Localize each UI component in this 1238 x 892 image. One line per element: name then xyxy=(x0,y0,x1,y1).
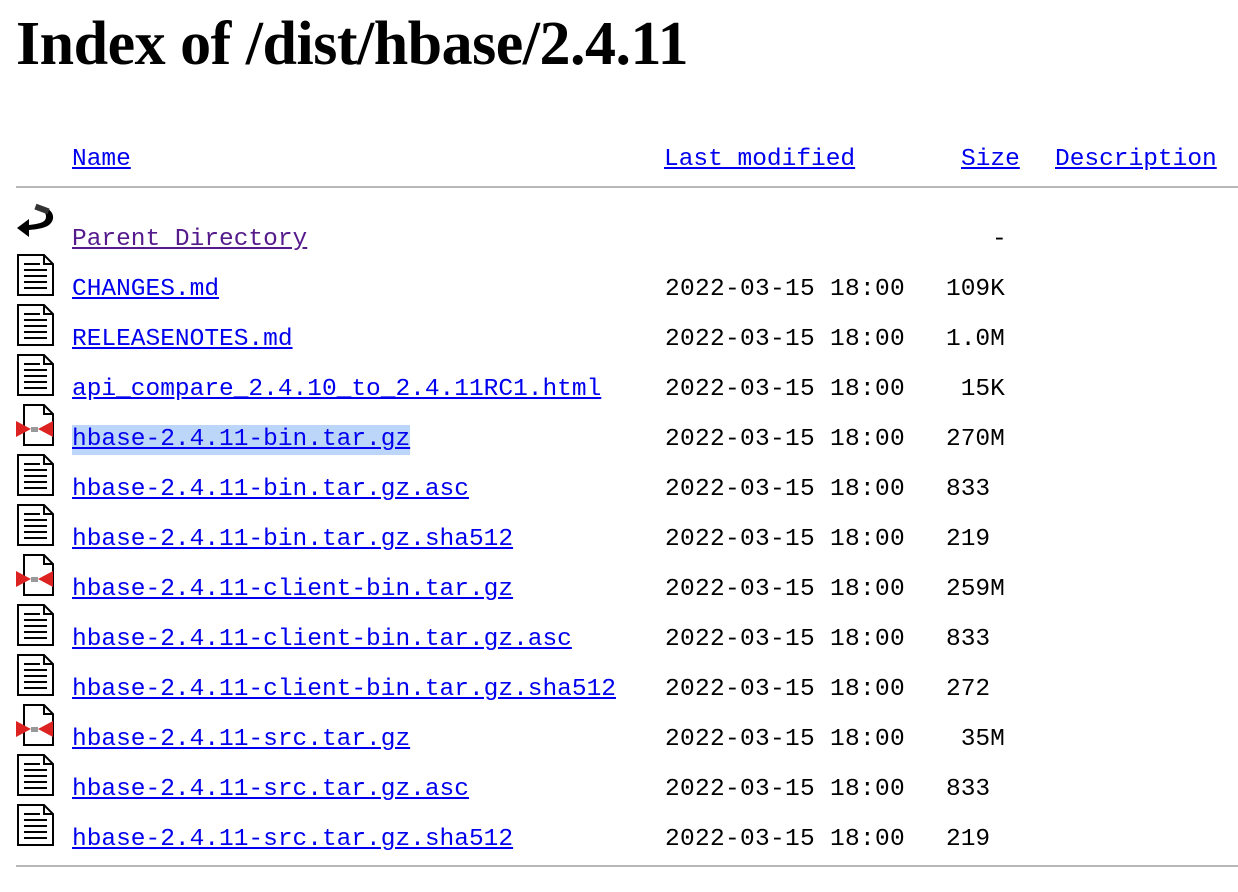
last-modified-cell: 2022-03-15 18:00 xyxy=(665,326,906,353)
parent-directory-link[interactable]: Parent Directory xyxy=(72,225,307,255)
size-cell: 219 xyxy=(946,526,991,553)
size-cell: 259M xyxy=(946,576,1005,603)
file-link[interactable]: hbase-2.4.11-src.tar.gz xyxy=(72,725,410,755)
last-modified-cell: 2022-03-15 18:00 xyxy=(665,426,906,453)
last-modified-cell: 2022-03-15 18:00 xyxy=(665,276,906,303)
file-link[interactable]: hbase-2.4.11-src.tar.gz.sha512 xyxy=(72,825,513,855)
text-file-icon xyxy=(15,353,57,397)
size-cell: 219 xyxy=(946,826,991,853)
last-modified-cell: 2022-03-15 18:00 xyxy=(665,526,906,553)
text-file-icon xyxy=(15,603,57,647)
parent-size: - xyxy=(992,226,1007,253)
file-link[interactable]: api_compare_2.4.10_to_2.4.11RC1.html xyxy=(72,375,601,405)
last-modified-cell: 2022-03-15 18:00 xyxy=(665,476,906,503)
text-file-icon xyxy=(15,453,57,497)
file-link[interactable]: RELEASENOTES.md xyxy=(72,325,293,355)
text-file-icon xyxy=(15,753,57,797)
last-modified-cell: 2022-03-15 18:00 xyxy=(665,826,906,853)
file-link[interactable]: hbase-2.4.11-bin.tar.gz xyxy=(72,425,411,455)
size-cell: 833 xyxy=(946,626,991,653)
text-file-icon xyxy=(15,253,57,297)
size-cell: 833 xyxy=(946,476,991,503)
last-modified-cell: 2022-03-15 18:00 xyxy=(665,726,906,753)
size-cell: 272 xyxy=(946,676,991,703)
size-cell: 270M xyxy=(946,426,1005,453)
last-modified-cell: 2022-03-15 18:00 xyxy=(665,626,906,653)
sort-by-size-link[interactable]: Size xyxy=(961,145,1020,175)
size-cell: 15K xyxy=(946,376,1005,403)
compressed-file-icon xyxy=(15,553,57,597)
sort-by-last-modified-link[interactable]: Last modified xyxy=(664,145,855,175)
compressed-file-icon xyxy=(15,403,57,447)
size-cell: 109K xyxy=(946,276,1005,303)
file-link[interactable]: hbase-2.4.11-client-bin.tar.gz xyxy=(72,575,513,605)
last-modified-cell: 2022-03-15 18:00 xyxy=(665,376,906,403)
file-link[interactable]: CHANGES.md xyxy=(72,275,219,305)
file-link[interactable]: hbase-2.4.11-bin.tar.gz.sha512 xyxy=(72,525,513,555)
size-cell: 35M xyxy=(946,726,1005,753)
compressed-file-icon xyxy=(15,703,57,747)
file-link[interactable]: hbase-2.4.11-bin.tar.gz.asc xyxy=(72,475,469,505)
sort-by-name-link[interactable]: Name xyxy=(72,145,131,175)
text-file-icon xyxy=(15,303,57,347)
back-icon xyxy=(15,203,57,247)
footer-divider xyxy=(16,865,1238,867)
last-modified-cell: 2022-03-15 18:00 xyxy=(665,776,906,803)
last-modified-cell: 2022-03-15 18:00 xyxy=(665,676,906,703)
size-cell: 1.0M xyxy=(946,326,1005,353)
file-link[interactable]: hbase-2.4.11-client-bin.tar.gz.sha512 xyxy=(72,675,616,705)
size-cell: 833 xyxy=(946,776,991,803)
page-title: Index of /dist/hbase/2.4.11 xyxy=(16,10,689,78)
sort-by-description-link[interactable]: Description xyxy=(1055,145,1217,175)
text-file-icon xyxy=(15,503,57,547)
file-link[interactable]: hbase-2.4.11-src.tar.gz.asc xyxy=(72,775,469,805)
text-file-icon xyxy=(15,653,57,697)
text-file-icon xyxy=(15,803,57,847)
file-link[interactable]: hbase-2.4.11-client-bin.tar.gz.asc xyxy=(72,625,572,655)
header-divider xyxy=(16,186,1238,188)
last-modified-cell: 2022-03-15 18:00 xyxy=(665,576,906,603)
